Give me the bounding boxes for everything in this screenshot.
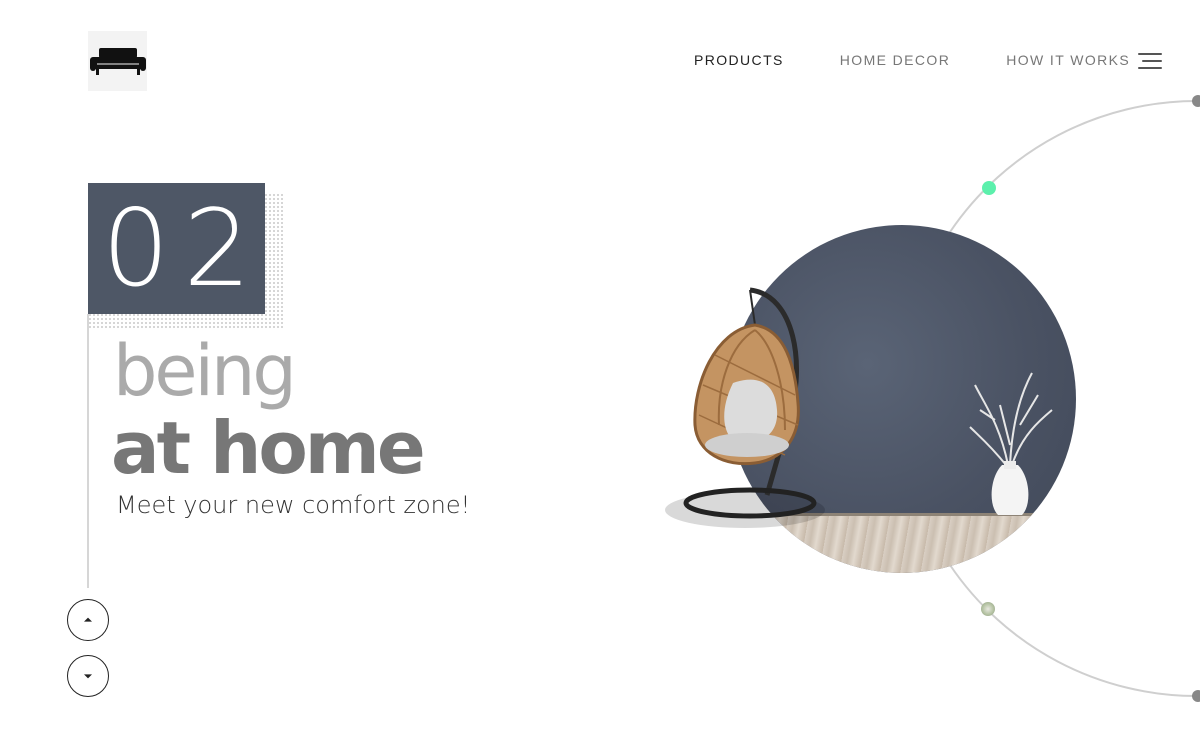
hanging-egg-chair-image <box>665 287 825 528</box>
orbit-dot-active[interactable] <box>982 181 996 195</box>
orbit-dot-bottom[interactable] <box>1192 690 1200 702</box>
orbit-dot-thumbnail[interactable] <box>981 602 995 616</box>
landing-page: PRODUCTS HOME DECOR HOW IT WORKS 02 bein… <box>0 0 1200 750</box>
orbit-dot-top[interactable] <box>1192 95 1200 107</box>
vase-with-branches-image <box>969 372 1053 515</box>
